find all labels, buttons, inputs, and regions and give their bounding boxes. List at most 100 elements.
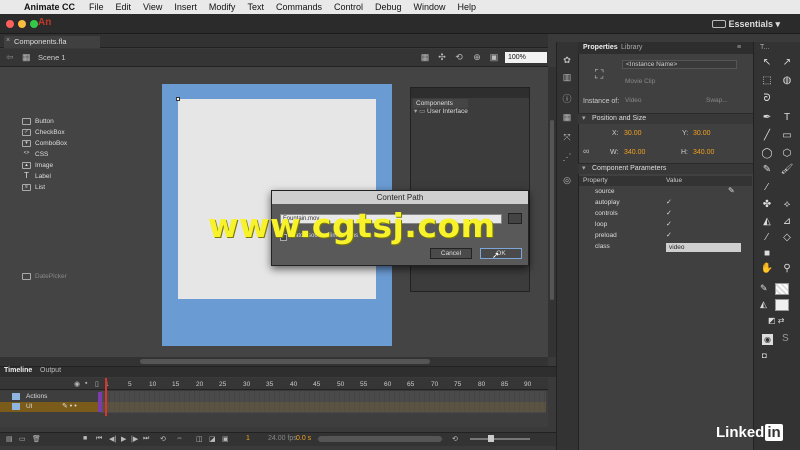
symbol-type-select[interactable]: Movie Clip [622, 78, 737, 87]
menu-debug[interactable]: Debug [369, 2, 408, 12]
step-forward-icon[interactable]: |▶ [131, 435, 138, 443]
panel-menu-icon[interactable]: ≡ [737, 44, 741, 51]
pen-tool-icon[interactable]: ✒ [760, 112, 774, 124]
last-frame-icon[interactable]: ⏭ [143, 435, 149, 443]
horizontal-scroll-thumb[interactable] [140, 359, 430, 364]
transform-icon[interactable]: ⤧ [561, 132, 573, 144]
edit-symbol-icon[interactable]: ✣ [437, 52, 447, 62]
vertical-scroll-thumb[interactable] [550, 120, 554, 300]
current-frame[interactable]: 1 [246, 435, 250, 442]
menu-window[interactable]: Window [408, 2, 452, 12]
edit-scene-icon[interactable]: ▦ [420, 52, 430, 62]
tab-output[interactable]: Output [40, 367, 61, 374]
param-preload[interactable]: preload [595, 232, 617, 239]
back-arrow-icon[interactable]: ⇦ [6, 52, 14, 63]
frame-zoom-thumb[interactable] [488, 435, 494, 442]
controls-checkbox[interactable]: ✓ [666, 209, 672, 217]
preload-checkbox[interactable]: ✓ [666, 231, 672, 239]
play-icon[interactable]: ▶ [121, 435, 126, 443]
menu-view[interactable]: View [137, 2, 168, 12]
component-params-section[interactable]: Component Parameters [578, 163, 753, 174]
class-input[interactable]: video [666, 243, 741, 252]
eraser-tool-icon[interactable]: ◇ [780, 232, 794, 244]
tools-collapse-icon[interactable]: T... [760, 44, 769, 51]
tab-properties[interactable]: Properties [583, 44, 618, 51]
lasso-tool-icon[interactable]: ᘐ [760, 93, 774, 105]
center-frame-icon[interactable]: ⇔ [176, 435, 183, 442]
edit-multiple-icon[interactable]: ▣ [222, 435, 229, 443]
component-checkbox[interactable]: ✓ CheckBox [22, 129, 65, 136]
new-layer-icon[interactable]: ▤ [6, 435, 13, 443]
param-class[interactable]: class [595, 243, 610, 250]
param-autoplay[interactable]: autoplay [595, 199, 620, 206]
3d-rotation-icon[interactable]: ◍ [780, 75, 794, 87]
straighten-icon[interactable]: ◘ [762, 351, 767, 360]
step-back-icon[interactable]: ◀| [109, 435, 116, 443]
component-combobox[interactable]: ▾ ComboBox [22, 140, 67, 147]
instance-name-input[interactable]: <Instance Name> [622, 60, 737, 69]
link-icon[interactable]: ∞ [583, 146, 589, 156]
folder-user-interface[interactable]: ▾ ▭ User Interface [414, 107, 468, 115]
x-value[interactable]: 30.00 [624, 130, 642, 137]
camera-icon[interactable]: ■ [83, 435, 87, 442]
bind-tool-icon[interactable]: ⟡ [780, 199, 794, 211]
ok-button[interactable]: OK [480, 248, 522, 259]
oval-tool-icon[interactable]: ◯ [760, 148, 774, 160]
info-icon[interactable]: ⓘ [561, 92, 573, 104]
workspace-switcher[interactable]: Essentials ▾ [728, 19, 780, 30]
swap-colors-icon[interactable]: ◩ ⇄ [768, 316, 784, 325]
components-icon[interactable]: ◎ [561, 175, 573, 187]
rotate-stage-icon[interactable]: ⟲ [454, 52, 464, 62]
frame-zoom-slider[interactable] [470, 438, 530, 440]
zoom-select[interactable]: 100% [505, 52, 547, 63]
close-window-icon[interactable] [6, 20, 14, 28]
pencil-tool-icon[interactable]: ✎ [760, 164, 774, 176]
outline-icon[interactable]: ▯ [95, 380, 99, 388]
menu-file[interactable]: File [83, 2, 110, 12]
align-icon[interactable]: ▥ [561, 72, 573, 84]
eye-icon[interactable]: ◉ [74, 380, 80, 388]
selection-tool-icon[interactable]: ↖ [760, 57, 774, 69]
first-frame-icon[interactable]: ⏮ [96, 435, 102, 443]
w-value[interactable]: 340.00 [624, 149, 645, 156]
menu-commands[interactable]: Commands [270, 2, 328, 12]
code-snippets-icon[interactable]: ⋰ [561, 152, 573, 164]
y-value[interactable]: 30.00 [693, 130, 711, 137]
cancel-button[interactable]: Cancel [430, 248, 472, 259]
menu-help[interactable]: Help [452, 2, 483, 12]
frame-ruler[interactable] [0, 378, 548, 390]
paint-brush-icon[interactable]: ⁄ [760, 182, 774, 194]
new-folder-icon[interactable]: ▭ [19, 435, 26, 443]
fill-color-swatch[interactable] [775, 299, 789, 311]
smooth-icon[interactable]: S [782, 333, 789, 344]
bone-tool-icon[interactable]: ✤ [760, 199, 774, 211]
component-button[interactable]: Button [22, 118, 54, 125]
param-source[interactable]: source [595, 188, 615, 195]
line-tool-icon[interactable]: ╱ [760, 130, 774, 142]
stroke-color-swatch[interactable] [775, 283, 789, 295]
snap-to-objects-icon[interactable]: ◉ [762, 334, 773, 345]
lock-icon[interactable]: ▪ [85, 380, 87, 387]
timeline-hscroll[interactable] [318, 436, 442, 442]
clip-content-icon[interactable]: ▣ [489, 52, 499, 62]
menu-modify[interactable]: Modify [203, 2, 242, 12]
swatches-icon[interactable]: ▦ [561, 112, 573, 124]
camera-tool-icon[interactable]: ■ [760, 248, 774, 260]
maximize-window-icon[interactable] [30, 20, 38, 28]
document-tab[interactable]: Components.fla (Canvas)* [4, 36, 100, 58]
rectangle-tool-icon[interactable]: ▭ [780, 130, 794, 142]
loop-icon[interactable]: ⟲ [160, 435, 166, 443]
param-controls[interactable]: controls [595, 210, 618, 217]
app-menu[interactable]: Animate CC [22, 2, 83, 12]
param-loop[interactable]: loop [595, 221, 607, 228]
center-stage-icon[interactable]: ⊕ [472, 52, 482, 62]
close-tab-icon[interactable]: × [6, 37, 10, 44]
free-transform-icon[interactable]: ⬚ [760, 75, 774, 87]
vr-icon[interactable] [712, 20, 726, 28]
fit-frames-icon[interactable]: ⟲ [452, 435, 458, 443]
autoplay-checkbox[interactable]: ✓ [666, 198, 672, 206]
frame-rate[interactable]: 24.00 fps [268, 435, 297, 442]
tab-timeline[interactable]: Timeline [4, 367, 32, 374]
onion-outline-icon[interactable]: ◪ [209, 435, 216, 443]
position-size-section[interactable]: Position and Size [578, 113, 753, 124]
